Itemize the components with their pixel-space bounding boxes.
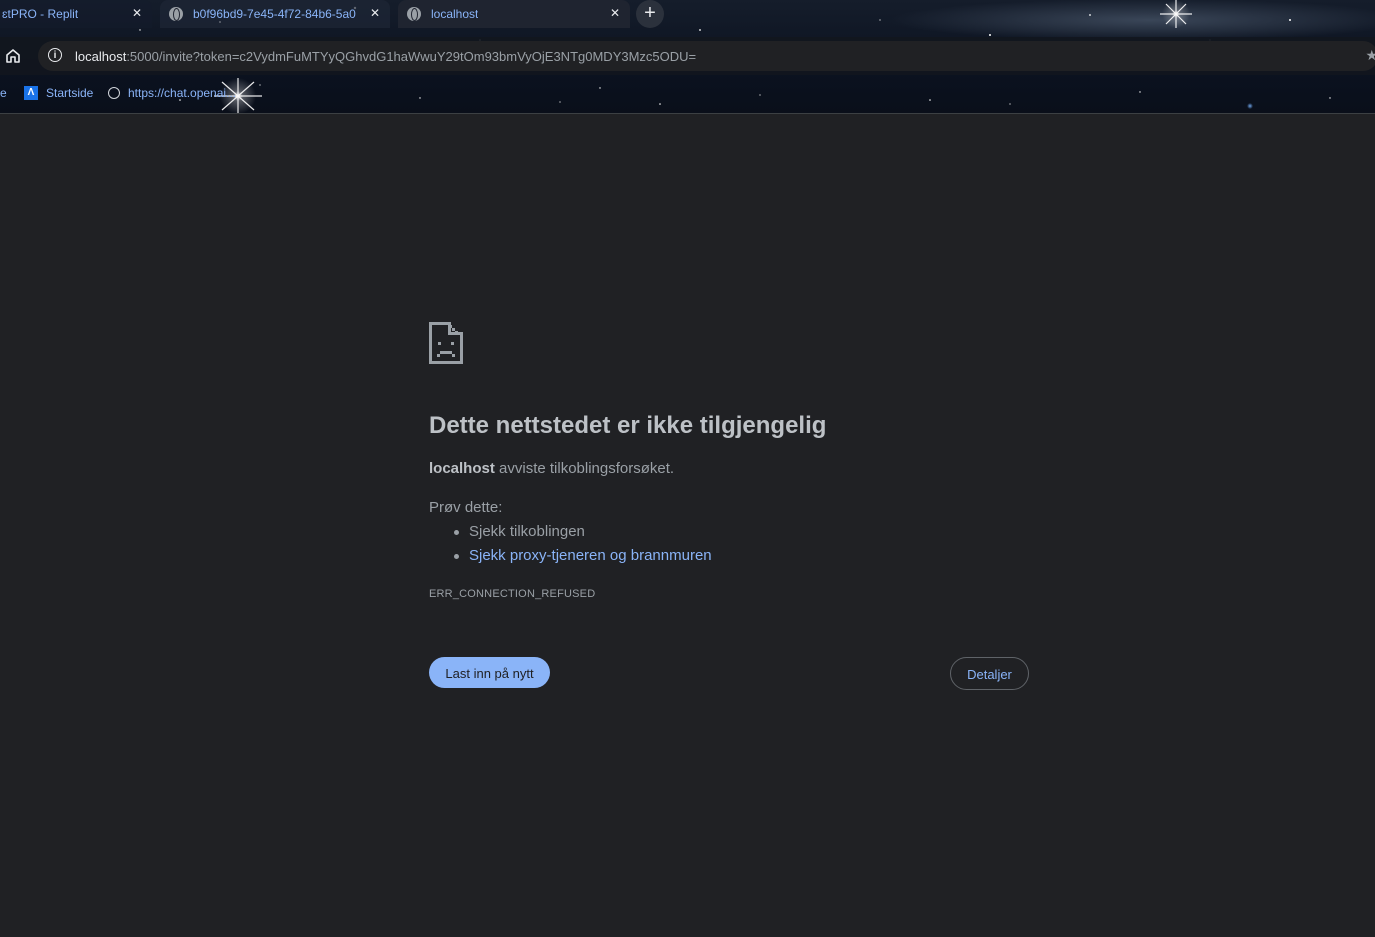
toolbar: i localhost:5000/invite?token=c2VydmFuMT…	[0, 37, 1375, 75]
tab-replit[interactable]: ɛtPRO - Replit ✕	[0, 0, 152, 28]
error-host: localhost	[429, 460, 495, 477]
error-description: localhost avviste tilkoblingsforsøket.	[429, 460, 674, 477]
try-heading: Prøv dette:	[429, 499, 503, 516]
bookmark-label: e	[0, 86, 7, 100]
globe-icon	[407, 7, 421, 21]
error-page: Dette nettstedet er ikke tilgjengelig lo…	[0, 114, 1375, 937]
suggestion-list: Sjekk tilkoblingen Sjekk proxy-tjeneren …	[429, 520, 712, 568]
url-text[interactable]: localhost:5000/invite?token=c2VydmFuMTYy…	[75, 49, 696, 64]
bookmark-star-icon[interactable]: ★	[1365, 47, 1375, 64]
error-code: ERR_CONNECTION_REFUSED	[429, 588, 596, 600]
tab-uuid[interactable]: b0f96bd9-7e45-4f72-84b6-5a0 ✕	[160, 0, 390, 28]
error-title: Dette nettstedet er ikke tilgjengelig	[429, 412, 827, 439]
details-button[interactable]: Detaljer	[950, 657, 1029, 690]
tab-title: b0f96bd9-7e45-4f72-84b6-5a0	[193, 7, 356, 21]
new-tab-button[interactable]: +	[636, 0, 664, 28]
suggestion-check-proxy-firewall-link[interactable]: Sjekk proxy-tjeneren og brannmuren	[429, 544, 712, 568]
bookmark-chat-openai[interactable]: https://chat.openai...	[108, 86, 236, 100]
openai-logo-icon	[108, 87, 120, 99]
close-tab-icon[interactable]: ✕	[368, 6, 382, 20]
sad-page-icon	[429, 322, 463, 364]
url-path: :5000/invite?token=c2VydmFuMTYyQGhvdG1ha…	[126, 49, 697, 64]
bookmark-startside[interactable]: Λ Startside	[24, 86, 93, 100]
close-tab-icon[interactable]: ✕	[608, 6, 622, 20]
home-icon[interactable]	[4, 47, 22, 65]
close-tab-icon[interactable]: ✕	[130, 6, 144, 20]
bookmarks-bar: e Λ Startside https://chat.openai...	[0, 80, 1375, 106]
bookmark-label: https://chat.openai...	[128, 86, 237, 100]
address-bar[interactable]: i localhost:5000/invite?token=c2VydmFuMT…	[38, 41, 1375, 71]
bookmark-item[interactable]: e	[0, 86, 7, 100]
a-logo-icon: Λ	[24, 86, 38, 100]
suggestion-check-connection: Sjekk tilkoblingen	[429, 520, 712, 544]
tab-localhost-active[interactable]: localhost ✕	[398, 0, 630, 28]
bookmark-label: Startside	[46, 86, 94, 100]
error-message: avviste tilkoblingsforsøket.	[494, 460, 675, 477]
url-host: localhost	[75, 49, 127, 64]
tab-title: ɛtPRO - Replit	[2, 7, 79, 21]
reload-button[interactable]: Last inn på nytt	[429, 657, 550, 688]
tab-title: localhost	[431, 7, 479, 21]
site-info-icon[interactable]: i	[48, 48, 62, 62]
globe-icon	[169, 7, 183, 21]
browser-chrome: ɛtPRO - Replit ✕ b0f96bd9-7e45-4f72-84b6…	[0, 0, 1375, 114]
